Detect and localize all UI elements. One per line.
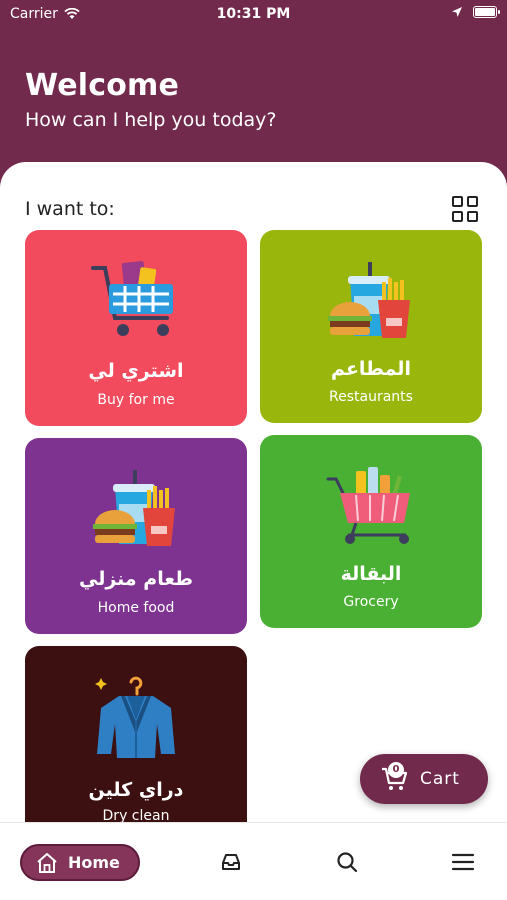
welcome-header: Welcome How can I help you today? xyxy=(25,68,276,131)
cart-button[interactable]: 0 Cart xyxy=(360,754,488,804)
status-bar: Carrier 10:31 PM xyxy=(0,0,507,30)
category-restaurants[interactable]: المطاعم Restaurants xyxy=(260,230,482,423)
grid-view-icon[interactable] xyxy=(452,196,478,222)
nav-home-button[interactable]: Home xyxy=(20,844,140,881)
shopping-cart-icon xyxy=(91,261,173,336)
category-arabic-label: دراي كلين xyxy=(88,779,184,801)
nav-home-label: Home xyxy=(68,853,120,872)
page-title: Welcome xyxy=(25,68,180,103)
status-right xyxy=(451,6,500,18)
battery-icon xyxy=(473,6,500,18)
fast-food-icon xyxy=(328,262,410,338)
grocery-basket-icon xyxy=(326,467,410,544)
category-home-food[interactable]: طعام منزلي Home food xyxy=(25,438,247,634)
category-arabic-label: المطاعم xyxy=(331,358,411,380)
menu-icon[interactable] xyxy=(451,851,475,875)
cart-label: Cart xyxy=(420,769,460,789)
category-arabic-label: البقالة xyxy=(340,563,402,585)
bottom-nav: Home xyxy=(0,822,507,900)
category-english-label: Restaurants xyxy=(329,389,413,405)
category-english-label: Buy for me xyxy=(97,392,175,408)
status-time: 10:31 PM xyxy=(216,6,291,22)
category-english-label: Grocery xyxy=(343,594,399,610)
section-label: I want to: xyxy=(25,198,115,220)
fast-food-icon xyxy=(93,470,175,546)
suit-hanger-icon xyxy=(95,676,175,758)
category-arabic-label: طعام منزلي xyxy=(79,568,193,590)
search-icon[interactable] xyxy=(336,851,360,875)
home-icon xyxy=(37,852,57,873)
category-dry-clean[interactable]: دراي كلين Dry clean xyxy=(25,646,247,846)
page-subtitle: How can I help you today? xyxy=(25,109,277,131)
location-arrow-icon xyxy=(452,7,462,17)
category-english-label: Home food xyxy=(97,600,175,616)
category-buy-for-me[interactable]: اشتري لي Buy for me xyxy=(25,230,247,426)
cart-count-badge: 0 xyxy=(388,762,404,778)
cart-icon: 0 xyxy=(380,762,408,793)
inbox-icon[interactable] xyxy=(220,851,244,875)
category-arabic-label: اشتري لي xyxy=(88,360,184,382)
category-grocery[interactable]: البقالة Grocery xyxy=(260,435,482,628)
